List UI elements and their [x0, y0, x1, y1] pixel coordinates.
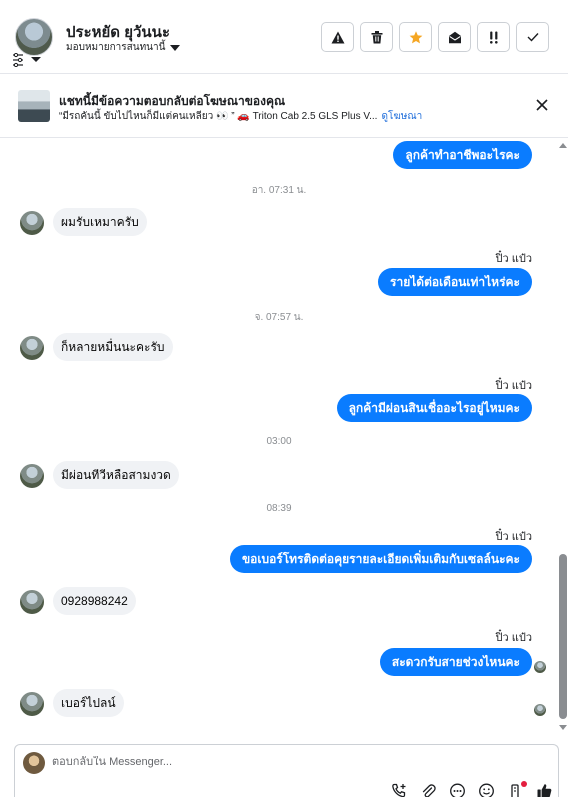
seen-receipt-avatar: [534, 704, 546, 716]
message-outgoing[interactable]: สะดวกรับสายช่วงไหนคะ: [379, 648, 532, 676]
timestamp: อา. 07:31 น.: [251, 185, 307, 196]
notes-button[interactable]: [507, 781, 527, 797]
favorite-button[interactable]: [399, 22, 432, 52]
assign-conversation-dropdown[interactable]: มอบหมายการสนทนานี้: [66, 40, 181, 55]
delete-button[interactable]: [360, 22, 393, 52]
spam-button[interactable]: [321, 22, 354, 52]
message-incoming[interactable]: ก็หลายหมื่นนะคะรับ: [53, 333, 173, 361]
conversation-header: ประหยัด ยุวันนะ มอบหมายการสนทนานี้: [0, 0, 568, 74]
contact-avatar[interactable]: [20, 692, 44, 716]
message-incoming[interactable]: มีผ่อนทีวีหลือสามงวด: [53, 461, 179, 489]
timestamp: 08:39: [266, 503, 292, 514]
warning-icon: [331, 31, 344, 43]
like-button[interactable]: [536, 783, 553, 797]
message-incoming[interactable]: 0928988242: [53, 587, 136, 615]
emoji-icon: [479, 783, 494, 797]
message-incoming[interactable]: ผมรับเหมาครับ: [53, 208, 147, 236]
notification-dot: [521, 781, 527, 787]
message-thread[interactable]: ลูกค้าทำอาชีพอะไรคะ อา. 07:31 น. ผมรับเห…: [0, 139, 558, 737]
ad-thumbnail[interactable]: [18, 90, 50, 122]
message-outgoing[interactable]: ลูกค้าทำอาชีพอะไรคะ: [393, 141, 532, 169]
envelope-open-icon: [448, 31, 461, 43]
page-avatar: [23, 752, 45, 774]
seen-receipt-avatar: [534, 661, 546, 673]
filter-caret-icon[interactable]: [31, 57, 41, 62]
follow-up-button[interactable]: [477, 22, 510, 52]
timestamp: 03:00: [266, 436, 292, 447]
call-button[interactable]: [391, 783, 408, 797]
message-composer: [14, 744, 559, 797]
scroll-down-icon[interactable]: [559, 725, 567, 730]
sender-name: ปิ๋ว แป๋ว: [495, 253, 532, 265]
timestamp: จ. 07:57 น.: [254, 312, 304, 323]
ad-reply-banner: แชทนี้มีข้อความตอบกลับต่อโฆษณาของคุณ “มี…: [0, 74, 568, 138]
saved-replies-button[interactable]: [449, 783, 466, 797]
message-outgoing[interactable]: ลูกค้ามีผ่อนสินเชื่ออะไรอยู่ไหมคะ: [336, 394, 532, 422]
contact-avatar[interactable]: [20, 336, 44, 360]
double-exclamation-icon: [489, 31, 498, 44]
conversation-toolbar: [321, 22, 549, 52]
chat-scrollbar[interactable]: [558, 139, 568, 737]
message-outgoing[interactable]: รายได้ต่อเดือนเท่าไหร่คะ: [378, 268, 532, 296]
paperclip-icon: [422, 784, 436, 797]
mark-unread-button[interactable]: [438, 22, 471, 52]
contact-avatar[interactable]: [15, 18, 53, 56]
assign-label: มอบหมายการสนทนานี้: [66, 42, 166, 53]
ad-banner-subtitle: “มีรถคันนี้ ขับไปไหนก็มีแต่คนเหลียว 👀 ” …: [59, 109, 422, 124]
composer-toolbar: [391, 781, 553, 797]
close-icon[interactable]: [535, 98, 549, 112]
message-outgoing[interactable]: ขอเบอร์โทรติดต่อคุยรายละเอียดเพิ่มเติมกั…: [229, 545, 532, 573]
filter-icon[interactable]: [12, 53, 24, 67]
star-icon: [409, 30, 422, 43]
emoji-button[interactable]: [478, 783, 495, 797]
chevron-down-icon: [170, 44, 181, 51]
mark-done-button[interactable]: [516, 22, 549, 52]
check-icon: [527, 33, 539, 42]
ad-caption: “มีรถคันนี้ ขับไปไหนก็มีแต่คนเหลียว 👀 ” …: [59, 111, 378, 122]
sender-name: ปิ๋ว แป๋ว: [495, 380, 532, 392]
more-icon: [450, 783, 465, 797]
reply-input[interactable]: [52, 756, 352, 768]
phone-icon: [392, 783, 406, 797]
scroll-up-icon[interactable]: [559, 143, 567, 148]
sender-name: ปิ๋ว แป๋ว: [495, 632, 532, 644]
view-ad-link[interactable]: ดูโฆษณา: [381, 111, 422, 122]
contact-avatar[interactable]: [20, 590, 44, 614]
contact-avatar[interactable]: [20, 211, 44, 235]
thumbs-up-icon: [537, 784, 552, 797]
message-incoming[interactable]: เบอร์ไปลน์: [53, 689, 124, 717]
attach-button[interactable]: [420, 783, 437, 797]
contact-avatar[interactable]: [20, 464, 44, 488]
scroll-thumb[interactable]: [559, 554, 567, 719]
trash-icon: [371, 30, 382, 43]
sender-name: ปิ๋ว แป๋ว: [495, 531, 532, 543]
